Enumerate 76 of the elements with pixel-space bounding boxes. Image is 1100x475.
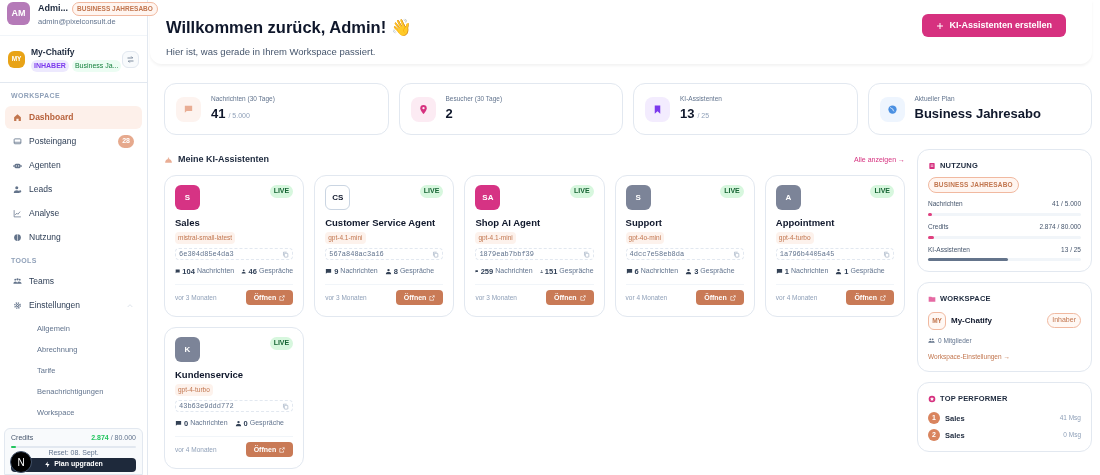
page-subtitle: Hier ist, was gerade in Ihrem Workspace passiert.	[166, 44, 377, 59]
external-link-icon	[729, 294, 736, 301]
user-icon	[539, 268, 543, 276]
plus-icon	[936, 21, 945, 30]
assistant-name: Shop AI Agent	[475, 216, 542, 230]
user-icon	[234, 420, 242, 428]
home-icon	[13, 112, 22, 122]
external-link-icon	[579, 294, 586, 301]
user-icon	[13, 184, 22, 194]
folder-icon	[928, 294, 936, 303]
nav-item[interactable]: Teams	[5, 270, 142, 294]
user-icon	[384, 268, 392, 276]
nav-item[interactable]: Einstellungen	[5, 294, 142, 318]
location-pin-icon	[417, 103, 429, 115]
line-chart-icon	[13, 208, 22, 218]
user-icon	[241, 268, 247, 276]
chat-icon	[175, 420, 182, 428]
workspace-name: My-Chatify	[951, 314, 993, 327]
assistant-avatar: S	[625, 185, 651, 210]
assistant-avatar: SA	[475, 185, 501, 210]
external-link-icon	[279, 294, 286, 301]
page-title: Willkommen zurück, Admin! 👋	[166, 17, 412, 38]
assistant-avatar: K	[175, 337, 200, 362]
star-badge-icon	[928, 394, 936, 403]
nav-item[interactable]: Analyse	[5, 201, 142, 225]
assistant-name: Appointment	[775, 216, 836, 230]
stat-value: Business Jahresabo	[914, 105, 1041, 124]
external-link-icon	[429, 294, 436, 301]
nav-item[interactable]: Leads	[5, 177, 142, 201]
chat-icon	[183, 103, 194, 115]
document-icon	[928, 161, 936, 170]
section-title: Meine KI-Assistenten	[178, 153, 270, 167]
copy-button[interactable]	[732, 250, 740, 258]
globe-icon	[886, 103, 898, 115]
swap-icon	[126, 54, 135, 64]
copy-icon	[282, 250, 290, 258]
workspace-name: My-Chatify	[31, 46, 76, 59]
user-name: Admi...	[38, 2, 68, 16]
chat-icon	[625, 268, 633, 276]
people-icon	[928, 336, 935, 344]
assistant-name: Customer Service Agent	[325, 216, 437, 230]
switch-workspace-button[interactable]	[122, 50, 139, 68]
copy-button[interactable]	[432, 250, 440, 258]
chat-icon	[775, 268, 783, 276]
assistant-name: Support	[625, 216, 663, 230]
assistant-name: Kundenservice	[175, 368, 245, 382]
assistant-avatar: S	[175, 185, 200, 210]
copy-icon	[732, 250, 740, 258]
copy-button[interactable]	[582, 250, 590, 258]
copy-icon	[432, 250, 440, 258]
stat-value: 2	[445, 105, 453, 124]
stat-value: 41	[211, 105, 226, 124]
nav-item[interactable]: Dashboard	[5, 105, 142, 129]
lightning-icon	[44, 461, 52, 468]
copy-icon	[883, 250, 890, 258]
create-assistant-button[interactable]: KI-Assistenten erstellen	[922, 14, 1066, 37]
assistant-name: Sales	[175, 216, 201, 230]
copy-button[interactable]	[282, 402, 290, 410]
nav-item[interactable]: Nutzung	[5, 225, 142, 249]
external-link-icon	[279, 446, 286, 453]
team-icon	[13, 277, 22, 287]
inbox-icon	[13, 136, 22, 146]
copy-button[interactable]	[282, 250, 290, 258]
external-link-icon	[880, 294, 886, 301]
nav-item[interactable]: Agenten	[5, 153, 142, 177]
user-avatar: AM	[7, 2, 30, 25]
user-icon	[685, 268, 693, 276]
user-icon	[835, 268, 843, 276]
bookmark-icon	[652, 103, 663, 115]
copy-button[interactable]	[883, 250, 890, 258]
assistant-avatar: CS	[325, 185, 351, 210]
copy-icon	[582, 250, 590, 258]
chat-icon	[325, 268, 333, 276]
assistant-avatar: A	[775, 185, 801, 210]
stat-value: 13	[680, 105, 695, 124]
copy-icon	[282, 402, 290, 410]
